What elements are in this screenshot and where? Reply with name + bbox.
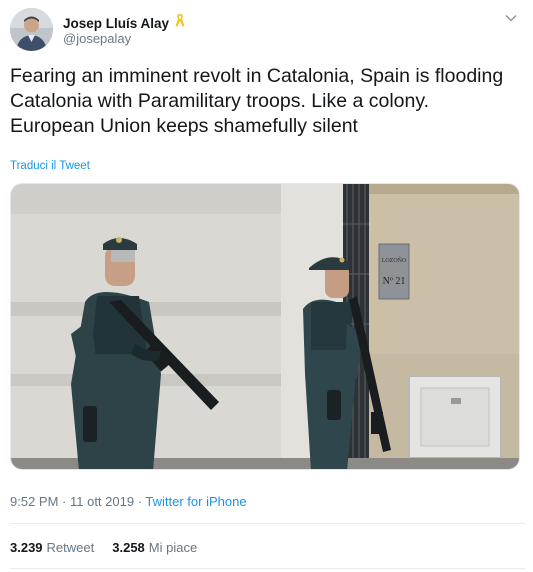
avatar-photo [10,8,53,51]
tweet-card: Josep Lluís Alay @josepalay Fearing an i… [0,0,533,572]
user-handle[interactable]: @josepalay [63,31,131,46]
meta-separator-2: · [134,494,146,509]
photo-illustration: LOZOÑO Nº 21 [11,184,519,469]
tweet-text: Fearing an imminent revolt in Catalonia,… [10,65,504,137]
likes-label: Mi piace [148,540,198,555]
avatar[interactable] [10,8,53,51]
street-sign-line2: Nº 21 [383,276,406,287]
meta-separator: · [58,494,70,509]
tweet-date[interactable]: 11 ott 2019 [70,494,134,509]
name-row: Josep Lluís Alay [63,13,186,33]
tweet-meta: 9:52 PM · 11 ott 2019 · Twitter for iPho… [10,494,247,509]
retweets-count: 3.239 [10,540,43,555]
likes-stat[interactable]: 3.258 Mi piace [112,540,197,555]
tweet-time[interactable]: 9:52 PM [10,494,58,509]
divider-bottom [10,568,525,569]
retweets-label: Retweet [46,540,95,555]
chevron-down-icon[interactable] [503,10,519,26]
tweet-photo[interactable]: LOZOÑO Nº 21 [10,183,520,470]
tweet-stats: 3.239 Retweet 3.258 Mi piace [10,540,197,555]
retweets-stat[interactable]: 3.239 Retweet [10,540,94,555]
translate-tweet-link[interactable]: Traduci il Tweet [10,160,90,172]
likes-count: 3.258 [112,540,145,555]
display-name[interactable]: Josep Lluís Alay [63,16,169,31]
street-sign-line1: LOZOÑO [382,256,407,264]
tweet-source-link[interactable]: Twitter for iPhone [145,494,246,509]
yellow-ribbon-icon [174,13,186,33]
divider-top [10,523,525,524]
